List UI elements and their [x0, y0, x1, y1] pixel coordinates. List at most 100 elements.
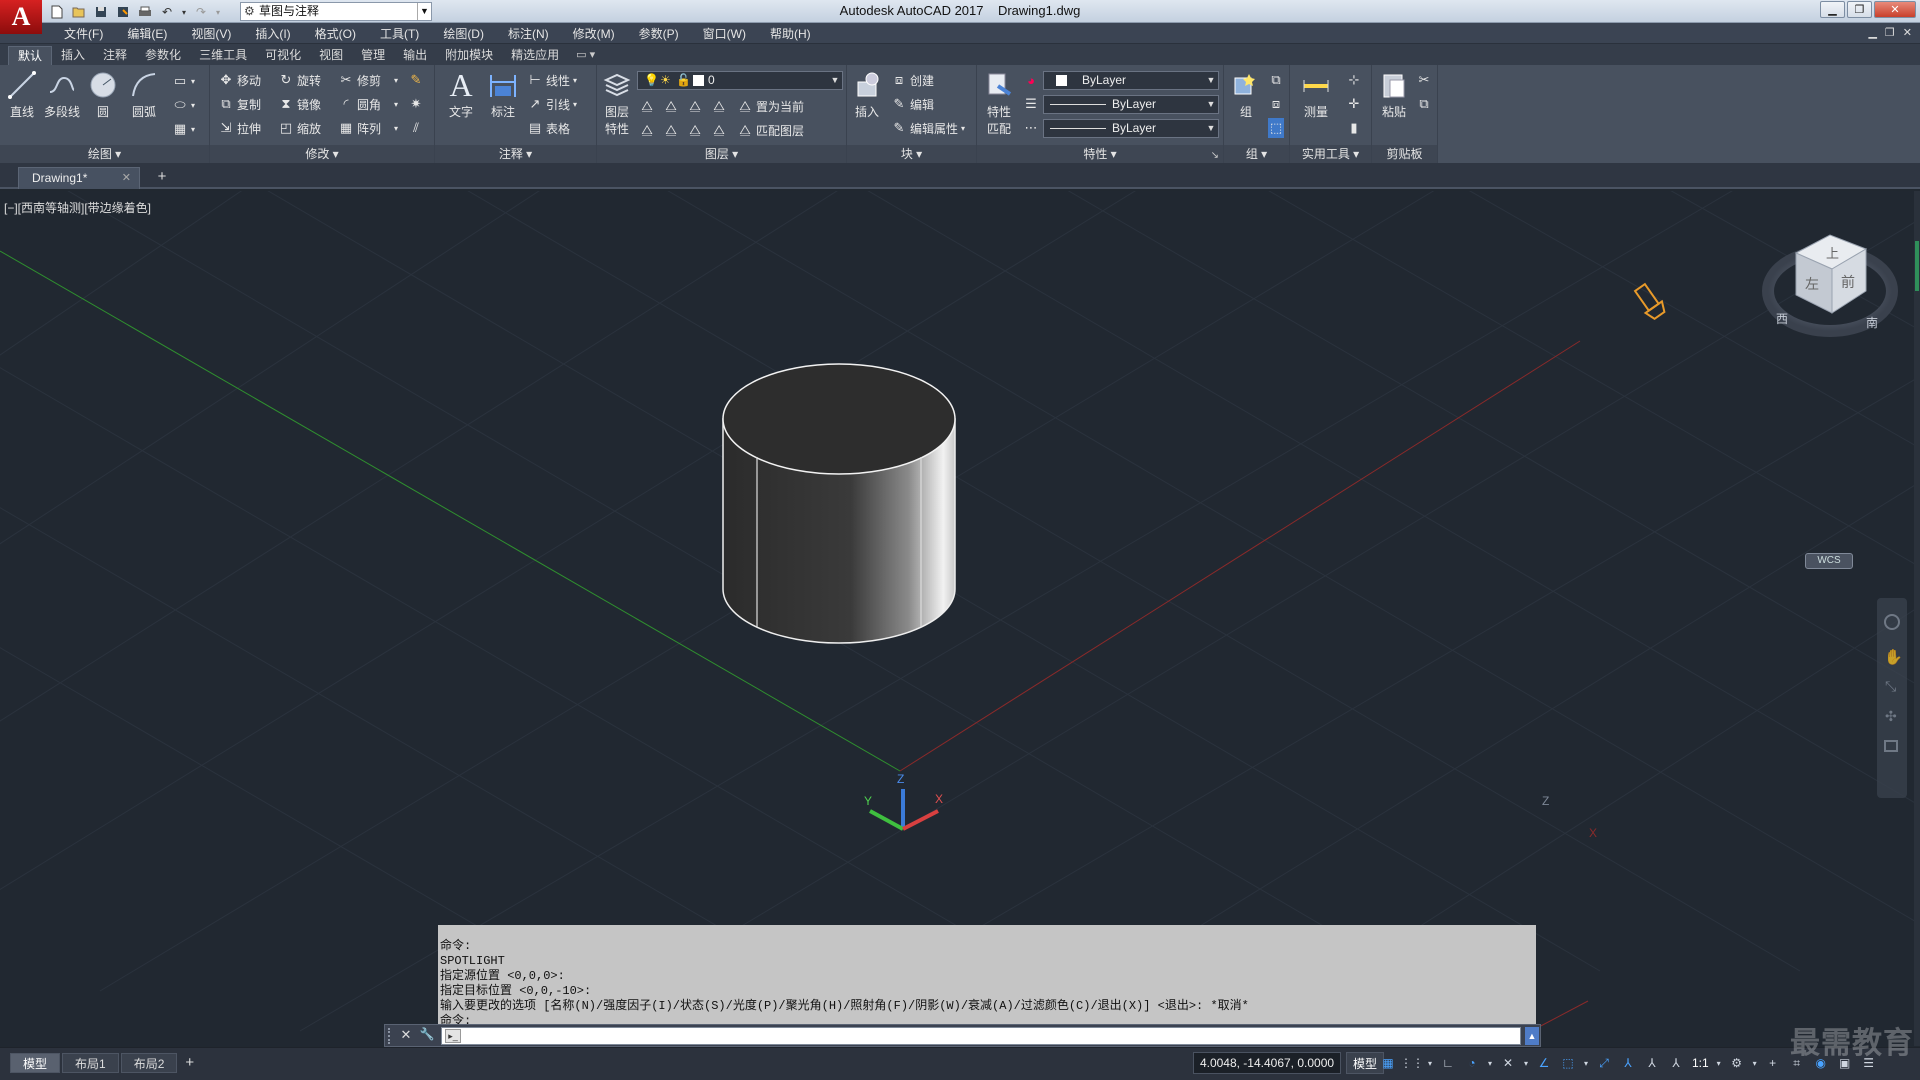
- layer-tool-4[interactable]: ⧋: [711, 96, 727, 116]
- array-button[interactable]: ▦ 阵列 ▾: [338, 118, 398, 138]
- group-select-button[interactable]: ⬚: [1268, 118, 1284, 138]
- menu-parametric[interactable]: 参数(P): [627, 25, 691, 42]
- steering-wheel-icon[interactable]: [1884, 614, 1900, 630]
- tab-visualize[interactable]: 可视化: [256, 46, 310, 65]
- menu-edit[interactable]: 编辑(E): [115, 25, 179, 42]
- doc-close-button[interactable]: ✕: [1903, 26, 1912, 39]
- panel-title-draw[interactable]: 绘图 ▾: [0, 145, 209, 163]
- annotation-autoscale-icon[interactable]: ⅄: [1642, 1053, 1662, 1073]
- new-tab-button[interactable]: +: [152, 169, 172, 187]
- layer-tool-5[interactable]: ⧋: [639, 120, 655, 140]
- paste-button[interactable]: 粘贴: [1374, 69, 1414, 120]
- lineweight-dropdown[interactable]: ByLayer ▼: [1043, 95, 1219, 114]
- cylinder-solid[interactable]: [722, 363, 956, 644]
- command-line-grip[interactable]: [388, 1028, 394, 1044]
- panel-title-modify[interactable]: 修改 ▾: [210, 145, 434, 163]
- menu-help[interactable]: 帮助(H): [758, 25, 823, 42]
- snap-dropdown-icon[interactable]: ▾: [1426, 1053, 1434, 1073]
- copy-button[interactable]: ⧉ 复制: [218, 94, 261, 114]
- annotation-monitor-icon[interactable]: +: [1763, 1053, 1783, 1073]
- match-properties-button[interactable]: 特性 匹配: [979, 69, 1019, 137]
- panel-title-layers[interactable]: 图层 ▾: [597, 145, 846, 163]
- coordinates-readout[interactable]: 4.0048, -14.4067, 0.0000: [1193, 1052, 1341, 1074]
- panel-title-block[interactable]: 块 ▾: [847, 145, 976, 163]
- move-button[interactable]: ✥ 移动: [218, 70, 261, 90]
- ribbon-display-toggle[interactable]: ▭ ▾: [576, 46, 595, 65]
- tab-3d-tools[interactable]: 三维工具: [190, 46, 256, 65]
- tab-layout1[interactable]: 布局1: [62, 1053, 119, 1073]
- rotate-button[interactable]: ↻ 旋转: [278, 70, 321, 90]
- boundary-button[interactable]: ▦ ▾: [172, 119, 195, 139]
- menu-format[interactable]: 格式(O): [303, 25, 368, 42]
- zoom-icon[interactable]: ⤡: [1885, 678, 1896, 695]
- snap-icon[interactable]: ⋮⋮: [1400, 1053, 1424, 1073]
- layer-properties-button[interactable]: 图层 特性: [597, 69, 637, 137]
- polar-dropdown-icon[interactable]: ▾: [1486, 1053, 1494, 1073]
- ortho-icon[interactable]: ∟: [1438, 1053, 1458, 1073]
- command-prompt-icon[interactable]: ▸_: [445, 1029, 461, 1043]
- mirror-button[interactable]: ⧗ 镜像: [278, 94, 321, 114]
- circle-button[interactable]: 圆: [83, 69, 123, 120]
- isodraft-icon[interactable]: ✕: [1498, 1053, 1518, 1073]
- tab-model[interactable]: 模型: [10, 1053, 61, 1073]
- dimension-button[interactable]: 标注: [483, 69, 523, 120]
- menu-view[interactable]: 视图(V): [179, 25, 243, 42]
- erase-button[interactable]: ✎: [408, 70, 424, 90]
- arc-button[interactable]: 圆弧: [124, 69, 164, 120]
- viewport-controls-label[interactable]: [−][西南等轴测][带边缘着色]: [4, 199, 151, 216]
- scale-button[interactable]: ◰ 缩放: [278, 118, 321, 138]
- annotation-scale-value[interactable]: 1:1: [1690, 1056, 1711, 1070]
- doc-minimize-button[interactable]: ▁: [1868, 26, 1876, 39]
- tab-manage[interactable]: 管理: [352, 46, 394, 65]
- application-menu-button[interactable]: A: [0, 0, 42, 34]
- calculator-button[interactable]: ▮: [1346, 118, 1362, 138]
- cut-button[interactable]: ✂: [1416, 70, 1432, 90]
- color-dropdown[interactable]: ByLayer ▼: [1043, 71, 1219, 90]
- edit-block-button[interactable]: ✎ 编辑: [891, 94, 934, 114]
- explode-button[interactable]: ✷: [408, 94, 424, 114]
- set-current-layer-button[interactable]: ⧋ 置为当前: [737, 96, 804, 116]
- workspace-dropdown-icon[interactable]: ▾: [1751, 1053, 1759, 1073]
- polar-icon[interactable]: ◔: [1462, 1053, 1482, 1073]
- tab-view[interactable]: 视图: [310, 46, 352, 65]
- menu-draw[interactable]: 绘图(D): [431, 25, 496, 42]
- command-input[interactable]: [441, 1027, 1521, 1045]
- object-snap-icon[interactable]: ⬚: [1558, 1053, 1578, 1073]
- quick-select-button[interactable]: ⊹: [1346, 70, 1362, 90]
- close-button[interactable]: ✕: [1874, 1, 1916, 18]
- layer-tool-3[interactable]: ⧋: [687, 96, 703, 116]
- dynamic-ucs-icon[interactable]: ⤢: [1594, 1053, 1614, 1073]
- chevron-down-icon[interactable]: ▼: [1204, 72, 1218, 89]
- layer-tool-1[interactable]: ⧋: [639, 96, 655, 116]
- menu-insert[interactable]: 插入(I): [243, 25, 302, 42]
- point-button[interactable]: ✛: [1346, 94, 1362, 114]
- rectangle-button[interactable]: ▭ ▾: [172, 71, 195, 91]
- insert-block-button[interactable]: 插入: [847, 69, 887, 120]
- stretch-button[interactable]: ⇲ 拉伸: [218, 118, 261, 138]
- isodraft-dropdown-icon[interactable]: ▾: [1522, 1053, 1530, 1073]
- annotation-scale-icon[interactable]: ⅄: [1666, 1053, 1686, 1073]
- menu-tools[interactable]: 工具(T): [368, 25, 431, 42]
- text-button[interactable]: A 文字: [441, 67, 481, 120]
- wrench-icon[interactable]: 🔧: [419, 1027, 435, 1045]
- navigation-bar[interactable]: ✋ ⤡ ✣: [1877, 598, 1907, 798]
- workspace-gear-icon[interactable]: ⚙: [1727, 1053, 1747, 1073]
- scrollbar-thumb[interactable]: [1915, 241, 1919, 291]
- chevron-down-icon[interactable]: ▼: [1204, 96, 1218, 113]
- maximize-button[interactable]: ❐: [1847, 1, 1872, 18]
- drawing-canvas[interactable]: Z Y X Z X 上 左 前 西 南: [0, 191, 1920, 1046]
- layer-tool-7[interactable]: ⧋: [687, 120, 703, 140]
- line-button[interactable]: 直线: [2, 69, 42, 120]
- tab-featured-apps[interactable]: 精选应用: [502, 46, 568, 65]
- chevron-down-icon[interactable]: ▼: [1204, 120, 1218, 137]
- offset-button[interactable]: ⫽: [408, 118, 424, 138]
- hatch-button[interactable]: ⬭ ▾: [172, 95, 195, 115]
- menu-dimension[interactable]: 标注(N): [496, 25, 561, 42]
- object-snap-tracking-icon[interactable]: ∠: [1534, 1053, 1554, 1073]
- panel-title-groups[interactable]: 组 ▾: [1224, 145, 1289, 163]
- tab-insert[interactable]: 插入: [52, 46, 94, 65]
- linetype-dropdown[interactable]: ByLayer ▼: [1043, 119, 1219, 138]
- annotation-visibility-icon[interactable]: ⅄: [1618, 1053, 1638, 1073]
- copy-clip-button[interactable]: ⧉: [1416, 94, 1432, 114]
- pan-icon[interactable]: ✋: [1884, 648, 1903, 666]
